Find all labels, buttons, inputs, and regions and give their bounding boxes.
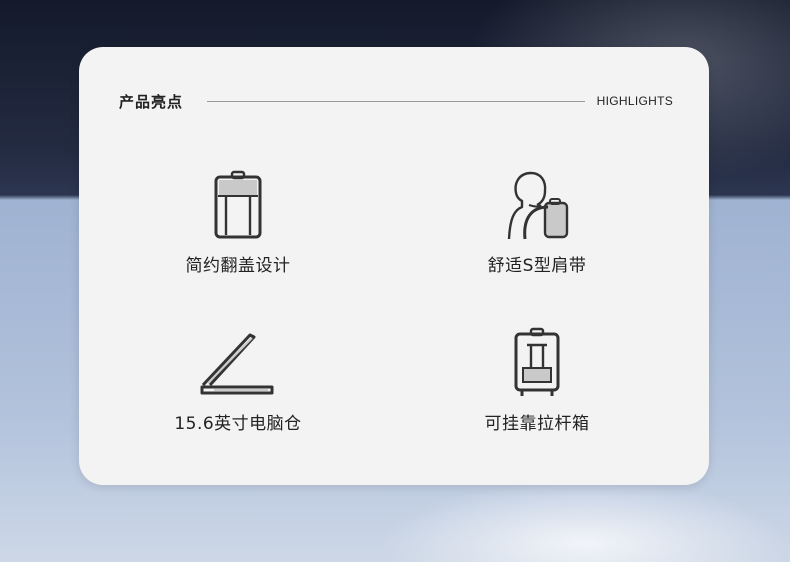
feature-label: 简约翻盖设计 — [185, 256, 291, 276]
feature-flip-lid: 简约翻盖设计 — [138, 169, 338, 276]
feature-label: 舒适S型肩带 — [487, 256, 587, 276]
laptop-icon — [200, 333, 274, 395]
highlights-card: 产品亮点 HIGHLIGHTS 简约翻盖设计 舒适S型肩带 15.6英寸电脑仓 … — [79, 47, 709, 485]
feature-label: 15.6英寸电脑仓 — [174, 414, 302, 434]
feature-laptop: 15.6英寸电脑仓 — [138, 327, 338, 434]
background-cloud — [380, 480, 790, 570]
feature-s-strap: 舒适S型肩带 — [437, 169, 637, 276]
header-divider — [207, 101, 585, 102]
section-title: 产品亮点 — [119, 93, 184, 111]
section-subtitle: HIGHLIGHTS — [596, 94, 673, 108]
s-shaped-strap-icon — [507, 171, 569, 240]
luggage-trolley-icon — [514, 327, 560, 396]
feature-label: 可挂靠拉杆箱 — [484, 414, 590, 434]
flip-lid-bag-icon — [214, 170, 262, 239]
feature-trolley: 可挂靠拉杆箱 — [437, 327, 637, 434]
